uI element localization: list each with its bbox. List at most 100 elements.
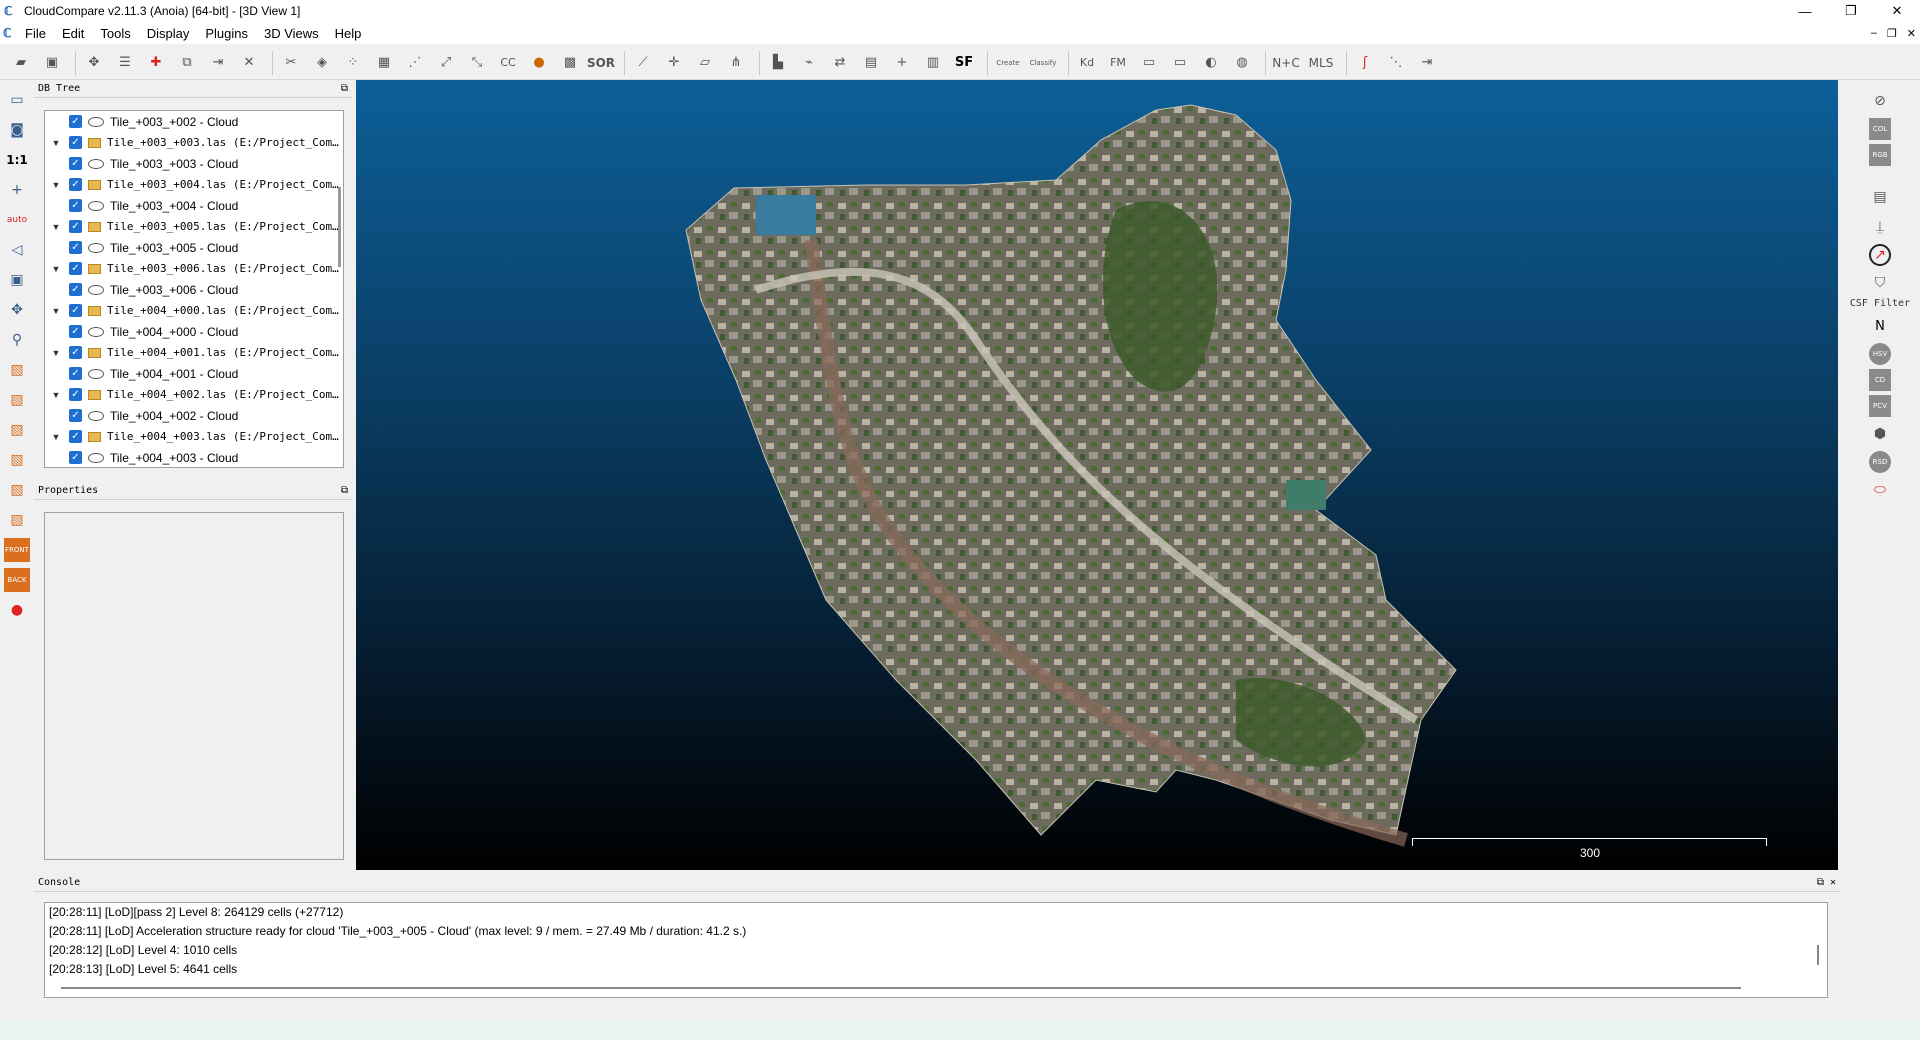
visibility-checkbox[interactable]: ✓ [69,346,82,359]
visibility-checkbox[interactable]: ✓ [69,451,82,464]
visibility-checkbox[interactable]: ✓ [69,367,82,380]
visibility-checkbox[interactable]: ✓ [69,262,82,275]
compass-icon[interactable]: ↗ [1869,244,1891,266]
expand-arrow-icon[interactable]: ▼ [49,306,63,316]
object-centered-icon[interactable]: ▣ [4,268,30,292]
shield-icon[interactable]: ⛉ [1865,270,1895,296]
sphere-icon[interactable]: ◐ [1198,50,1224,76]
sf-button[interactable]: SF [951,50,977,76]
view-top-icon[interactable]: ▧ [4,358,30,382]
s-icon[interactable]: ʃ [1352,50,1378,76]
auto-pivot-button[interactable]: auto [4,208,30,232]
tree-file-row[interactable]: ▼ ✓ Tile_+003_+006.las (E:/Project_Com… [45,258,343,279]
visibility-checkbox[interactable]: ✓ [69,283,82,296]
canupo-classify-button[interactable]: Classify [1028,50,1058,76]
checker-icon[interactable]: ▩ [557,50,583,76]
clapperboard-icon[interactable]: ▤ [1865,184,1895,210]
menu-tools[interactable]: Tools [92,26,138,41]
menu-3d-views[interactable]: 3D Views [256,26,327,41]
float-panel-icon[interactable]: ⧉ [341,83,348,94]
pcv-badge[interactable]: PCV [1869,395,1891,417]
octree-icon[interactable]: ⋰ [402,50,428,76]
visibility-checkbox[interactable]: ✓ [69,136,82,149]
nc-button[interactable]: N+C [1271,50,1301,76]
kd-button[interactable]: Kd [1074,50,1100,76]
canupo-create-button[interactable]: Create [993,50,1023,76]
tree-cloud-row[interactable]: ✓ Tile_+003_+005 - Cloud [45,237,343,258]
tree-file-row[interactable]: ▼ ✓ Tile_+004_+003.las (E:/Project_Com… [45,426,343,447]
menu-display[interactable]: Display [139,26,198,41]
tree-cloud-row[interactable]: ✓ Tile_+004_+000 - Cloud [45,321,343,342]
ellipse-icon[interactable]: ⬭ [1865,477,1895,503]
tree-file-row[interactable]: ▼ ✓ Tile_+004_+000.las (E:/Project_Com… [45,300,343,321]
3d-view[interactable] [356,80,1838,870]
console-window-controls[interactable]: ⧉ ✕ [1817,877,1836,888]
no-entry-icon[interactable]: ⊘ [1865,88,1895,114]
visibility-checkbox[interactable]: ✓ [69,325,82,338]
tree-cloud-row[interactable]: ✓ Tile_+003_+006 - Cloud [45,279,343,300]
cd-badge[interactable]: CD [1869,369,1891,391]
list-icon[interactable]: ☰ [112,50,138,76]
normals-icon[interactable]: ▦ [371,50,397,76]
plus-icon[interactable]: + [889,50,915,76]
zoom-1-1-button[interactable]: 1:1 [4,148,30,172]
menu-edit[interactable]: Edit [54,26,92,41]
minimize-button[interactable]: — [1782,0,1828,22]
ball-icon[interactable]: ● [526,50,552,76]
console-log[interactable]: [20:28:11] [LoD][pass 2] Level 8: 264129… [44,902,1828,998]
col-badge[interactable]: COL [1869,118,1891,140]
cross-section-icon[interactable]: ⟋ [630,50,656,76]
histogram-icon[interactable]: ▙ [765,50,791,76]
view-iso1-icon[interactable]: ▧ [4,508,30,532]
grid-icon[interactable]: ▤ [858,50,884,76]
view-front-icon[interactable]: ▧ [4,388,30,412]
tree-cloud-row[interactable]: ✓ Tile_+004_+003 - Cloud [45,447,343,467]
subsample-icon[interactable]: ⁘ [340,50,366,76]
calculator-icon[interactable]: ▥ [920,50,946,76]
s2-icon[interactable]: ⋱ [1383,50,1409,76]
visibility-checkbox[interactable]: ✓ [69,388,82,401]
monitor-icon[interactable]: ▭ [4,88,30,112]
mls-button[interactable]: MLS [1306,50,1336,76]
cloudcompare-menu-icon[interactable]: ℂ [3,26,17,40]
translate-icon[interactable]: ✛ [661,50,687,76]
camera-icon[interactable]: ◙ [4,118,30,142]
merge-icon[interactable]: ⇥ [205,50,231,76]
register-icon[interactable]: ⤢ [433,50,459,76]
tree-cloud-row[interactable]: ✓ Tile_+004_+002 - Cloud [45,405,343,426]
move-icon[interactable]: ✥ [4,298,30,322]
view-right-icon[interactable]: ▧ [4,448,30,472]
tb1-icon[interactable]: ▭ [1136,50,1162,76]
mdi-minimize-button[interactable]: – [1871,27,1877,39]
expand-arrow-icon[interactable]: ▼ [49,432,63,442]
visibility-checkbox[interactable]: ✓ [69,241,82,254]
visibility-checkbox[interactable]: ✓ [69,157,82,170]
db-tree[interactable]: ✓ Tile_+003_+002 - Cloud ▼ ✓ Tile_+003_+003.… [44,110,344,468]
fm-button[interactable]: FM [1105,50,1131,76]
tree-file-row[interactable]: ▼ ✓ Tile_+003_+005.las (E:/Project_Com… [45,216,343,237]
close-button[interactable]: ✕ [1874,0,1920,22]
mdi-close-button[interactable]: ✕ [1907,27,1916,40]
expand-arrow-icon[interactable]: ▼ [49,390,63,400]
console-hscrollbar[interactable] [61,987,1741,989]
expand-arrow-icon[interactable]: ▼ [49,348,63,358]
tb2-icon[interactable]: ▭ [1167,50,1193,76]
globe-icon[interactable]: ◍ [1229,50,1255,76]
float-panel-icon[interactable]: ⧉ [341,485,348,496]
tree-cloud-row[interactable]: ✓ Tile_+003_+003 - Cloud [45,153,343,174]
console-vscrollbar[interactable] [1817,945,1819,965]
hsv-badge[interactable]: HSV [1869,343,1891,365]
expand-arrow-icon[interactable]: ▼ [49,180,63,190]
cc-icon[interactable]: CC [495,50,521,76]
graphical-transform-icon[interactable]: ✥ [81,50,107,76]
visibility-checkbox[interactable]: ✓ [69,430,82,443]
tree-cloud-row[interactable]: ✓ Tile_+004_+001 - Cloud [45,363,343,384]
tree-file-row[interactable]: ▼ ✓ Tile_+004_+001.las (E:/Project_Com… [45,342,343,363]
hexagon-icon[interactable]: ⬢ [1865,421,1895,447]
rsd-badge[interactable]: RSD [1869,451,1891,473]
visibility-checkbox[interactable]: ✓ [69,115,82,128]
fill-icon[interactable]: ◈ [309,50,335,76]
split-icon[interactable]: ⋔ [723,50,749,76]
visibility-checkbox[interactable]: ✓ [69,220,82,233]
perspective-icon[interactable]: ◁ [4,238,30,262]
